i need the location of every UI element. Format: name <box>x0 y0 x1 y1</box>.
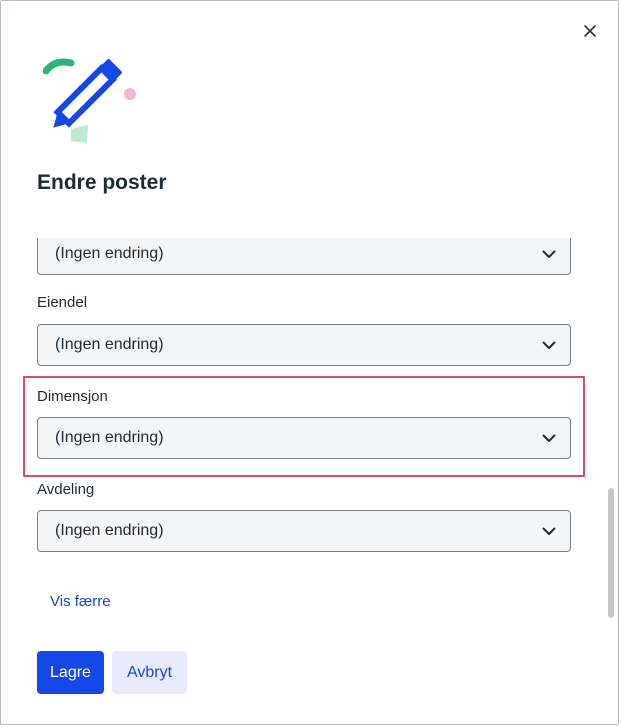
select-eiendel[interactable]: (Ingen endring) <box>37 324 571 366</box>
close-button[interactable] <box>578 19 602 43</box>
cancel-button[interactable]: Avbryt <box>112 651 187 694</box>
dialog-title: Endre poster <box>37 171 167 194</box>
field-label-avdeling: Avdeling <box>37 481 95 498</box>
chevron-down-icon <box>542 249 556 259</box>
select-value: (Ingen endring) <box>55 429 164 446</box>
save-button[interactable]: Lagre <box>37 651 104 694</box>
field-label-eiendel: Eiendel <box>37 294 88 311</box>
scrollbar[interactable] <box>607 238 615 623</box>
select-dimensjon[interactable]: (Ingen endring) <box>37 417 571 459</box>
chevron-down-icon <box>542 340 556 350</box>
field-label-dimensjon: Dimensjon <box>37 388 108 405</box>
show-less-link[interactable]: Vis færre <box>50 593 111 610</box>
scrollbar-thumb[interactable] <box>608 488 614 618</box>
chevron-down-icon <box>542 526 556 536</box>
select-avdeling[interactable]: (Ingen endring) <box>37 510 571 552</box>
edit-posts-dialog: Endre poster (Ingen endring) Eiendel (In… <box>0 0 619 725</box>
select-unnamed[interactable]: (Ingen endring) <box>37 238 571 275</box>
chevron-down-icon <box>542 433 556 443</box>
select-value: (Ingen endring) <box>55 336 164 353</box>
close-icon <box>584 25 596 37</box>
pencil-edit-icon <box>42 53 143 148</box>
form-scroll-area: (Ingen endring) Eiendel (Ingen endring) … <box>1 238 606 623</box>
select-value: (Ingen endring) <box>55 522 164 539</box>
select-value: (Ingen endring) <box>55 245 164 262</box>
